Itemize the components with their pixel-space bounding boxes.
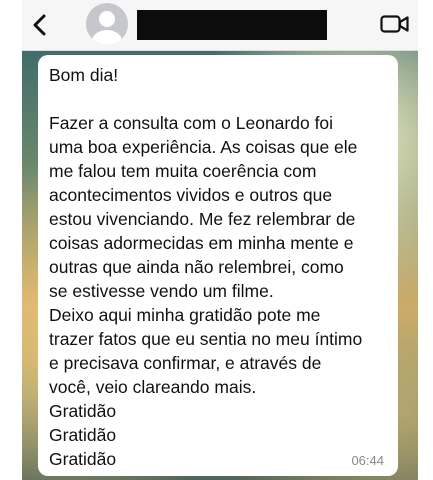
message-bubble[interactable]: Bom dia! Fazer a consulta com o Leonardo… [38,55,398,476]
message-text: Bom dia! Fazer a consulta com o Leonardo… [49,65,363,469]
video-camera-icon[interactable] [380,14,410,34]
avatar[interactable] [86,3,128,45]
chat-header [22,0,418,51]
person-placeholder-icon [92,11,122,45]
message-timestamp: 06:44 [351,453,384,468]
contact-name-redacted[interactable] [137,10,327,40]
chevron-left-icon[interactable] [30,13,50,37]
